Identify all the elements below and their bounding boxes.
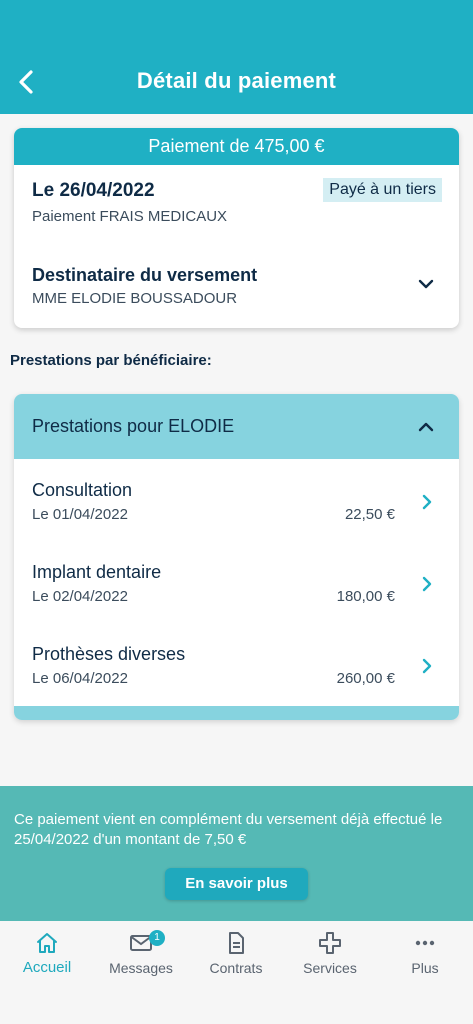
section-title: Prestations par bénéficiaire:	[10, 352, 212, 369]
payment-card: Paiement de 475,00 € Le 26/04/2022 Payé …	[14, 128, 459, 328]
app-header: Détail du paiement	[0, 0, 473, 114]
tab-contrats[interactable]: Contrats	[189, 921, 283, 991]
chevron-up-icon	[418, 422, 434, 432]
home-icon	[37, 933, 57, 953]
beneficiary-panel: Prestations pour ELODIE Consultation Le …	[14, 394, 459, 720]
benefit-amount: 180,00 €	[336, 588, 395, 605]
tab-messages[interactable]: 1 Messages	[94, 921, 188, 991]
payment-amount-banner: Paiement de 475,00 €	[14, 128, 459, 165]
recipient-name: MME ELODIE BOUSSADOUR	[32, 290, 238, 307]
info-text: Ce paiement vient en complément du verse…	[14, 811, 443, 848]
tab-label: Plus	[411, 960, 439, 976]
benefit-amount: 22,50 €	[344, 506, 395, 523]
benefit-date: Le 06/04/2022	[32, 670, 128, 687]
tab-label: Services	[303, 960, 357, 976]
recipient-expander[interactable]: Destinataire du versement MME ELODIE BOU…	[14, 253, 459, 313]
benefit-item-implant[interactable]: Implant dentaire Le 02/04/2022 180,00 €	[14, 562, 459, 632]
recipient-title: Destinataire du versement	[32, 265, 258, 285]
beneficiary-header-label: Prestations pour ELODIE	[32, 416, 235, 436]
payment-date: Le 26/04/2022	[32, 180, 155, 201]
benefit-item-consultation[interactable]: Consultation Le 01/04/2022 22,50 €	[14, 480, 459, 550]
chevron-down-icon	[418, 279, 434, 289]
medical-cross-icon	[319, 932, 341, 954]
benefit-title: Prothèses diverses	[32, 644, 186, 664]
tab-label: Contrats	[209, 960, 263, 976]
benefit-item-protheses[interactable]: Prothèses diverses Le 06/04/2022 260,00 …	[14, 644, 459, 714]
tab-label: Accueil	[22, 959, 72, 976]
unread-count-badge: 1	[149, 930, 165, 946]
learn-more-button[interactable]: En savoir plus	[165, 868, 308, 900]
tab-plus[interactable]: Plus	[378, 921, 472, 991]
benefit-title: Implant dentaire	[32, 562, 162, 582]
tab-label: Messages	[109, 960, 173, 976]
bottom-tab-bar: Accueil 1 Messages Contrats Services Plu…	[0, 921, 473, 1024]
chevron-right-icon	[422, 494, 432, 510]
tab-accueil[interactable]: Accueil	[0, 921, 94, 991]
document-icon	[229, 932, 244, 954]
beneficiary-footer	[14, 706, 459, 720]
tab-services[interactable]: Services	[283, 921, 377, 991]
page-title: Détail du paiement	[136, 68, 337, 93]
benefit-date: Le 01/04/2022	[32, 506, 128, 523]
payment-type: Paiement FRAIS MEDICAUX	[32, 208, 228, 225]
status-badge: Payé à un tiers	[323, 178, 442, 202]
beneficiary-header[interactable]: Prestations pour ELODIE	[14, 394, 459, 459]
chevron-right-icon	[422, 576, 432, 592]
benefit-amount: 260,00 €	[336, 670, 395, 687]
info-banner: Ce paiement vient en complément du verse…	[0, 786, 473, 921]
benefit-date: Le 02/04/2022	[32, 588, 128, 605]
more-icon	[415, 940, 435, 946]
benefit-title: Consultation	[32, 480, 133, 500]
chevron-right-icon	[422, 658, 432, 674]
